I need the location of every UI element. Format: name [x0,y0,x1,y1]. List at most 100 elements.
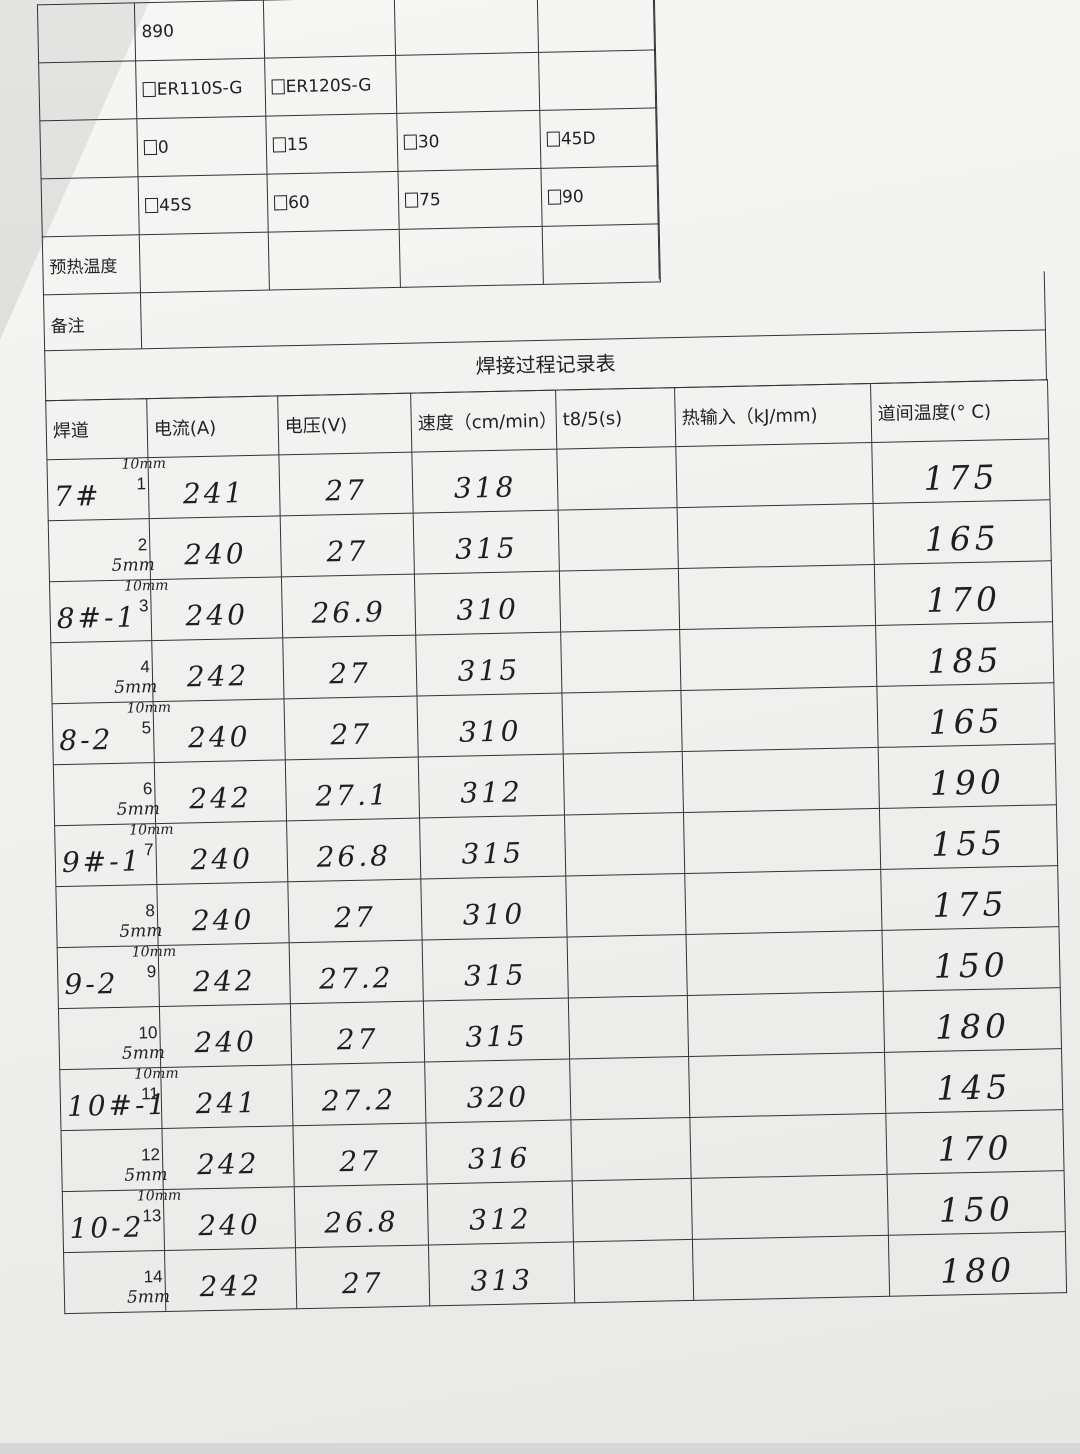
checkbox-icon[interactable] [546,130,560,147]
heat-input-cell[interactable] [689,1113,888,1179]
heat-input-cell[interactable] [686,930,884,996]
heat-input-cell[interactable] [692,1235,890,1301]
current-cell[interactable]: 240 [153,698,286,763]
t85-cell[interactable] [573,1239,694,1303]
angle-option[interactable]: 0 [136,116,268,177]
pass-cell[interactable]: 8-2 10mm 5 [52,700,171,765]
pass-cell[interactable]: 8#-1 10mm 3 [49,578,169,643]
interpass-temp-cell[interactable]: 165 [873,499,1052,565]
pass-cell[interactable]: 5mm 14 [63,1250,170,1314]
speed-cell[interactable]: 315 [415,632,562,697]
speed-cell[interactable]: 318 [411,449,559,514]
current-cell[interactable]: 242 [158,942,291,1007]
speed-cell[interactable]: 312 [427,1180,574,1245]
preheat-value-cell[interactable] [268,229,401,291]
current-cell[interactable]: 241 [160,1064,293,1129]
interpass-temp-cell[interactable]: 175 [871,438,1050,504]
angle-option[interactable]: 60 [267,171,400,233]
interpass-temp-cell[interactable]: 180 [888,1231,1067,1297]
current-cell[interactable]: 240 [149,515,282,580]
speed-cell[interactable]: 315 [413,510,560,575]
voltage-cell[interactable]: 27 [280,513,415,577]
t85-cell[interactable] [561,690,683,755]
speed-cell[interactable]: 320 [424,1058,571,1123]
pass-cell[interactable]: 5mm 4 [50,640,157,704]
t85-cell[interactable] [570,1117,692,1181]
voltage-cell[interactable]: 27 [278,452,414,516]
voltage-cell[interactable]: 27 [290,1001,425,1065]
heat-input-cell[interactable] [691,1174,889,1240]
interpass-temp-cell[interactable]: 155 [879,804,1058,870]
speed-cell[interactable]: 310 [414,571,561,636]
angle-option[interactable]: 45D [539,107,658,169]
heat-input-cell[interactable] [675,442,874,508]
pass-cell[interactable]: 7# 10mm 1 [46,456,166,521]
angle-option[interactable]: 15 [265,113,398,175]
interpass-temp-cell[interactable]: 175 [880,865,1059,931]
pass-cell[interactable]: 5mm 8 [55,884,163,948]
voltage-cell[interactable]: 26.9 [281,574,416,638]
t85-cell[interactable] [559,568,680,633]
speed-cell[interactable]: 315 [423,997,570,1062]
voltage-cell[interactable]: 27.2 [291,1061,426,1126]
pass-cell[interactable]: 5mm 10 [58,1006,165,1070]
preheat-value-cell[interactable] [542,223,661,285]
checkbox-icon[interactable] [142,81,156,97]
current-cell[interactable]: 241 [147,454,281,519]
voltage-cell[interactable]: 27.1 [285,757,420,821]
pass-cell[interactable]: 5mm 6 [53,762,160,826]
interpass-temp-cell[interactable]: 190 [878,743,1057,809]
pass-cell[interactable]: 5mm 12 [60,1128,168,1192]
interpass-temp-cell[interactable]: 145 [884,1048,1063,1114]
voltage-cell[interactable]: 26.8 [294,1183,429,1248]
voltage-cell[interactable]: 27 [282,635,417,699]
checkbox-icon[interactable] [271,78,285,94]
t85-cell[interactable] [568,995,689,1059]
angle-option[interactable]: 90 [540,165,660,227]
t85-cell[interactable] [563,751,684,816]
current-cell[interactable]: 240 [163,1186,296,1251]
heat-input-cell[interactable] [683,808,881,874]
interpass-temp-cell[interactable]: 170 [874,560,1053,626]
current-cell[interactable]: 242 [154,759,287,824]
voltage-cell[interactable]: 27 [284,696,419,760]
voltage-cell[interactable]: 26.8 [286,818,421,882]
pass-cell[interactable]: 9-2 10mm 9 [57,944,176,1009]
t85-cell[interactable] [567,934,688,998]
speed-cell[interactable]: 316 [425,1119,573,1184]
interpass-temp-cell[interactable]: 170 [885,1109,1065,1175]
speed-cell[interactable]: 310 [420,875,568,941]
interpass-temp-cell[interactable]: 150 [881,926,1061,992]
t85-cell[interactable] [560,629,681,694]
pass-cell[interactable]: 10#-1 10mm 11 [59,1066,179,1131]
current-cell[interactable]: 240 [150,576,283,641]
checkbox-icon[interactable] [547,188,562,205]
t85-cell[interactable] [564,812,685,876]
current-cell[interactable]: 240 [159,1003,292,1068]
filler-option[interactable]: ER120S-G [264,55,397,117]
voltage-cell[interactable]: 27.2 [289,940,424,1004]
pass-cell[interactable]: 5mm 2 [48,518,155,582]
voltage-cell[interactable]: 27 [292,1122,428,1187]
angle-option[interactable]: 30 [396,110,541,172]
heat-input-cell[interactable] [680,686,879,752]
heat-input-cell[interactable] [682,747,880,813]
pass-cell[interactable]: 9#-1 10mm 7 [54,822,174,887]
angle-option[interactable]: 75 [397,168,543,230]
filler-option[interactable]: ER110S-G [135,58,266,119]
t85-cell[interactable] [558,507,679,572]
t85-cell[interactable] [556,446,678,511]
speed-cell[interactable]: 313 [428,1241,575,1306]
current-cell[interactable]: 242 [161,1125,295,1190]
checkbox-icon[interactable] [143,139,158,155]
checkbox-icon[interactable] [404,191,419,208]
interpass-temp-cell[interactable]: 150 [887,1170,1066,1236]
heat-input-cell[interactable] [688,1052,886,1118]
current-cell[interactable]: 240 [155,820,288,885]
heat-input-cell[interactable] [687,991,885,1057]
heat-input-cell[interactable] [679,625,877,691]
voltage-cell[interactable]: 27 [287,879,423,943]
preheat-value-cell[interactable] [139,232,270,293]
interpass-temp-cell[interactable]: 180 [883,987,1062,1053]
preheat-value-cell[interactable] [399,226,544,288]
